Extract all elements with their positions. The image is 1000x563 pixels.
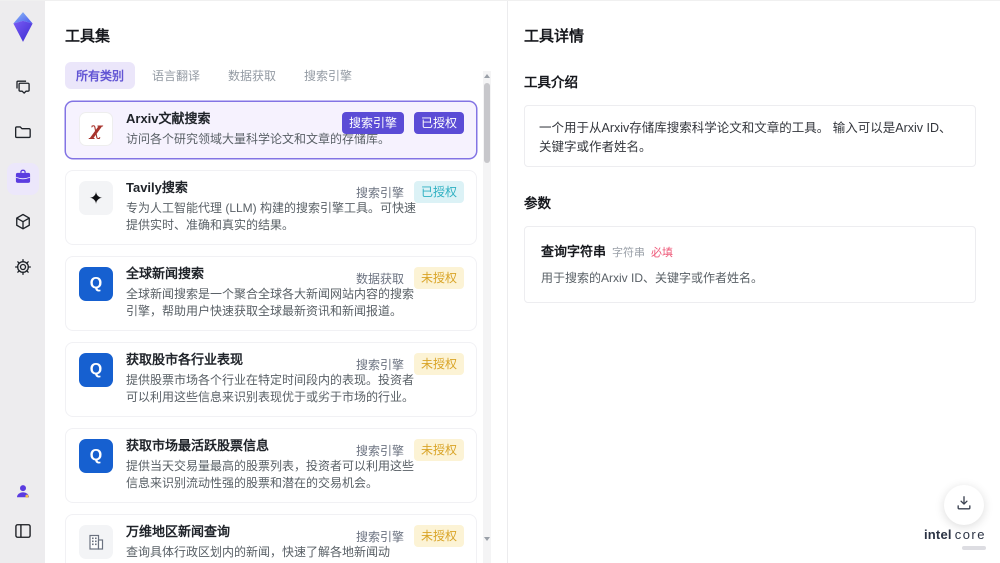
sidebar-item-chat[interactable] [7, 73, 39, 105]
auth-status-badge: 未授权 [413, 525, 464, 547]
tool-card-arxiv[interactable]: χ Arxiv文献搜索 访问各个研究领域大量科学论文和文章的存储库。 搜索引擎 … [65, 101, 477, 159]
download-icon [954, 493, 974, 518]
sidebar-item-panel-toggle[interactable] [7, 517, 39, 549]
category-label: 搜索引擎 [355, 357, 404, 372]
tool-description: 提供股票市场各个行业在特定时间段内的表现。投资者可以利用这些信息来识别表现优于或… [126, 373, 415, 404]
list-scrollbar[interactable] [483, 71, 491, 563]
category-badge: 搜索引擎 [341, 112, 404, 134]
page-title: 工具集 [65, 28, 111, 45]
params-heading: 参数 [524, 196, 551, 211]
tool-tags: 搜索引擎 未授权 [356, 353, 464, 375]
chat-icon [13, 77, 33, 102]
cube-icon [13, 212, 33, 237]
detail-title: 工具详情 [524, 28, 585, 45]
news-q-logo-icon: Q [79, 439, 113, 473]
tool-tags: 搜索引擎 已授权 [341, 112, 464, 134]
tool-detail-panel: 工具详情 工具介绍 一个用于从Arxiv存储库搜索科学论文和文章的工具。 输入可… [507, 1, 1000, 563]
intro-text: 一个用于从Arxiv存储库搜索科学论文和文章的工具。 输入可以是Arxiv ID… [524, 105, 976, 167]
tool-card-tavily[interactable]: ✦ Tavily搜索 专为人工智能代理 (LLM) 构建的搜索引擎工具。可快速提… [65, 170, 477, 245]
tab-translation[interactable]: 语言翻译 [141, 62, 211, 89]
param-required-badge: 必填 [651, 247, 674, 259]
tool-card-global-news[interactable]: Q 全球新闻搜索 全球新闻搜索是一个聚合全球各大新闻网站内容的搜索引擎，帮助用户… [65, 256, 477, 331]
auth-status-badge: 未授权 [413, 353, 464, 375]
tool-card-most-active-stocks[interactable]: Q 获取市场最活跃股票信息 提供当天交易量最高的股票列表，投资者可以利用这些信息… [65, 428, 477, 503]
param-description: 用于搜索的Arxiv ID、关键字或作者姓名。 [541, 271, 764, 285]
sidebar-item-settings[interactable] [7, 253, 39, 285]
category-label: 搜索引擎 [355, 443, 404, 458]
folder-icon [13, 122, 33, 147]
sidebar-item-files[interactable] [7, 118, 39, 150]
core-brand-text: core [954, 527, 986, 542]
intro-heading: 工具介绍 [524, 75, 578, 90]
tool-card-sector-performance[interactable]: Q 获取股市各行业表现 提供股票市场各个行业在特定时间段内的表现。投资者可以利用… [65, 342, 477, 417]
auth-status-badge: 未授权 [413, 439, 464, 461]
tool-card-regional-news[interactable]: 万维地区新闻查询 查询具体行政区划内的新闻，快速了解各地新闻动 搜索引擎 未授权 [65, 514, 477, 563]
news-q-logo-icon: Q [79, 267, 113, 301]
scroll-up-arrow-icon[interactable] [484, 74, 490, 78]
tool-tags: 搜索引擎 未授权 [356, 525, 464, 547]
tool-description: 提供当天交易量最高的股票列表，投资者可以利用这些信息来识别流动性强的股票和潜在的… [126, 459, 415, 490]
brand-sub-mark [962, 546, 986, 550]
category-label: 数据获取 [355, 271, 404, 286]
intel-core-logo: intel core [924, 527, 986, 550]
scrollbar-thumb[interactable] [484, 83, 490, 163]
param-head: 查询字符串 字符串 必填 [541, 241, 959, 260]
param-name: 查询字符串 [541, 244, 607, 259]
tools-list-panel: 工具集 所有类别 语言翻译 数据获取 搜索引擎 χ Arxiv文献搜索 访问各个… [45, 1, 507, 563]
auth-status-badge: 已授权 [413, 181, 464, 203]
category-tabs: 所有类别 语言翻译 数据获取 搜索引擎 [65, 62, 477, 89]
briefcase-icon [13, 167, 33, 192]
sidebar [0, 1, 45, 563]
tool-description: 专为人工智能代理 (LLM) 构建的搜索引擎工具。可快速提供实时、准确和真实的结… [126, 201, 417, 232]
tab-data-fetch[interactable]: 数据获取 [217, 62, 287, 89]
app-logo-icon [9, 11, 37, 43]
tool-tags: 搜索引擎 未授权 [356, 439, 464, 461]
tool-description: 全球新闻搜索是一个聚合全球各大新闻网站内容的搜索引擎，帮助用户快速获取全球最新资… [126, 287, 415, 318]
param-type: 字符串 [612, 247, 646, 259]
arxiv-logo-icon: χ [79, 112, 113, 146]
category-label: 搜索引擎 [355, 529, 404, 544]
intel-brand-text: intel [923, 527, 952, 542]
tavily-logo-icon: ✦ [79, 181, 113, 215]
sidebar-item-account[interactable] [7, 477, 39, 509]
param-item: 查询字符串 字符串 必填 用于搜索的Arxiv ID、关键字或作者姓名。 [524, 226, 976, 303]
category-label: 搜索引擎 [355, 185, 404, 200]
sidebar-item-plugins[interactable] [7, 208, 39, 240]
building-logo-icon [79, 525, 113, 559]
panel-toggle-icon [13, 521, 33, 546]
news-q-logo-icon: Q [79, 353, 113, 387]
user-icon [13, 481, 33, 506]
app-window: 工具集 所有类别 语言翻译 数据获取 搜索引擎 χ Arxiv文献搜索 访问各个… [0, 0, 1000, 563]
tool-tags: 数据获取 未授权 [356, 267, 464, 289]
gear-icon [13, 257, 33, 282]
auth-status-badge: 未授权 [413, 267, 464, 289]
tool-list: χ Arxiv文献搜索 访问各个研究领域大量科学论文和文章的存储库。 搜索引擎 … [65, 101, 477, 563]
tab-all-categories[interactable]: 所有类别 [65, 62, 136, 89]
tool-tags: 搜索引擎 已授权 [356, 181, 464, 203]
auth-status-badge: 已授权 [413, 112, 464, 134]
scroll-down-arrow-icon[interactable] [484, 537, 490, 541]
tab-search-engine[interactable]: 搜索引擎 [293, 62, 363, 89]
sidebar-item-tools[interactable] [6, 163, 39, 195]
download-button[interactable] [944, 485, 984, 525]
